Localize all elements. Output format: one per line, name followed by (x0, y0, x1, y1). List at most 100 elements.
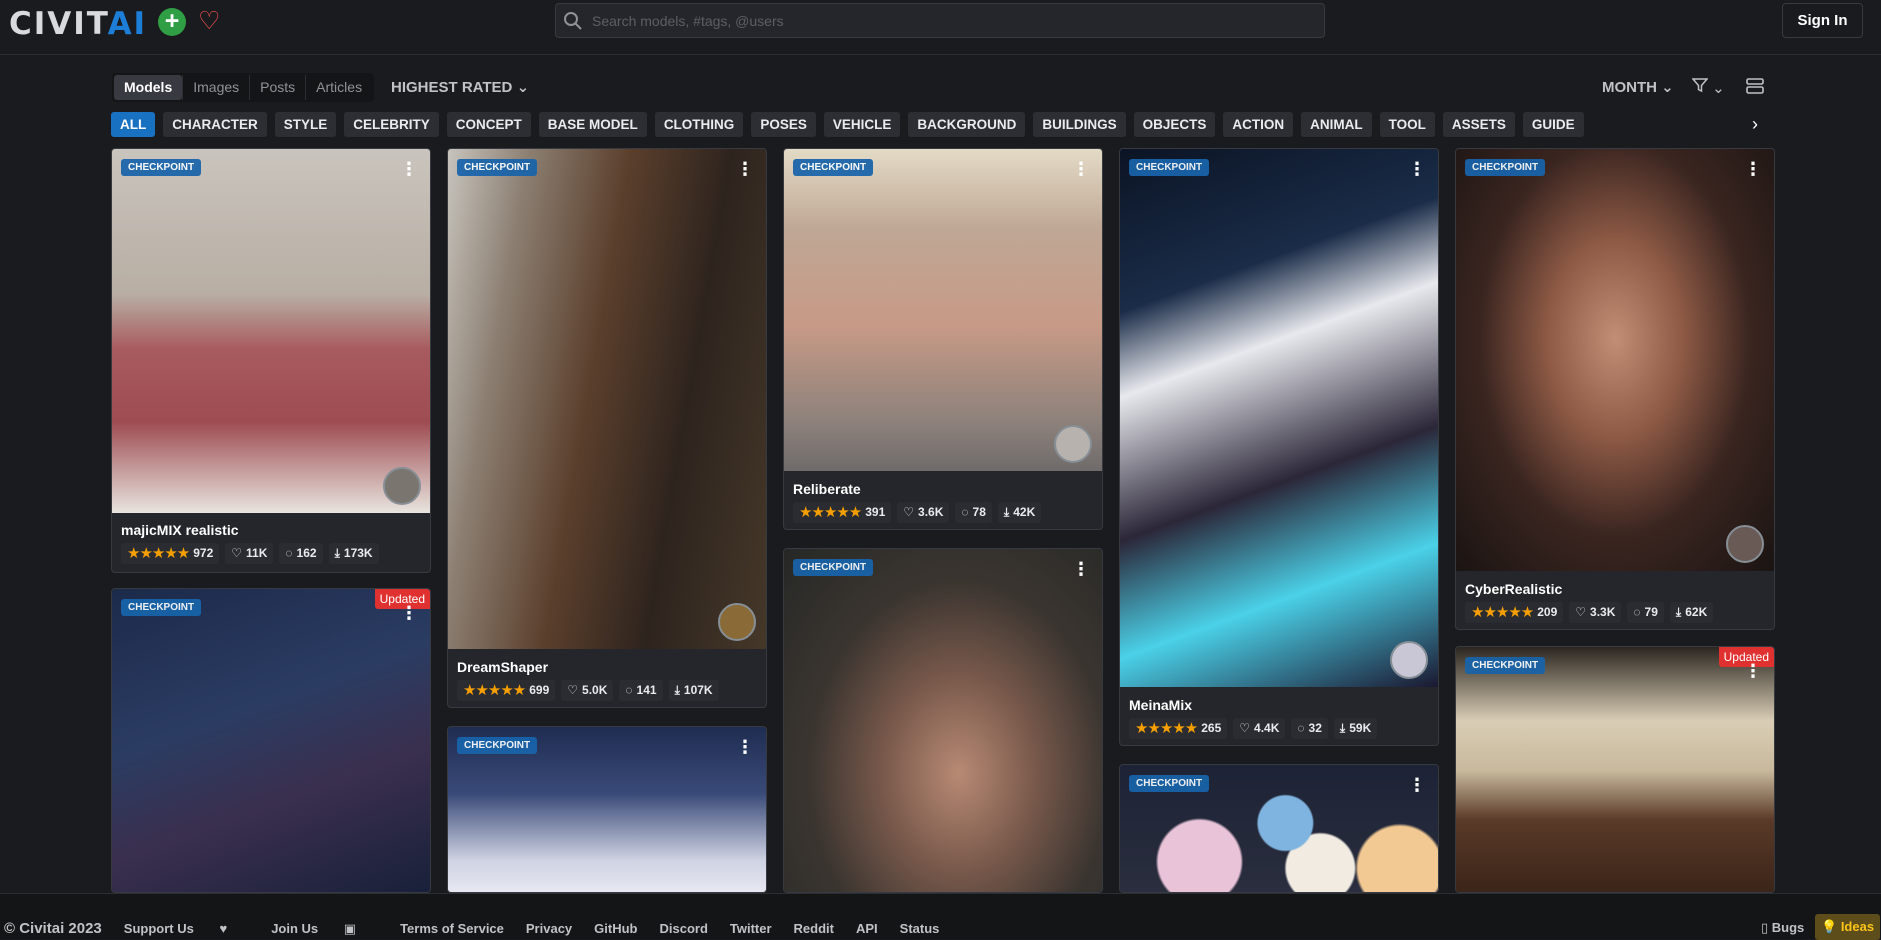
model-card[interactable]: CHECKPOINT ⋮ (783, 548, 1103, 893)
more-options-icon[interactable]: ⋮ (1744, 159, 1762, 179)
category-chip[interactable]: STYLE (274, 112, 337, 137)
avatar[interactable] (383, 467, 421, 505)
rating-pill: ★★★★★ 699 (457, 680, 556, 701)
search-bar[interactable] (555, 3, 1325, 38)
category-chip[interactable]: CONCEPT (446, 112, 531, 137)
more-options-icon[interactable]: ⋮ (1408, 775, 1426, 795)
heart-icon: ♡ (903, 505, 915, 519)
heart-icon[interactable]: ♡ (198, 8, 220, 34)
footer-link-discord[interactable]: Discord (659, 921, 707, 936)
model-title: DreamShaper (457, 659, 549, 675)
avatar[interactable] (1054, 425, 1092, 463)
category-chip[interactable]: CELEBRITY (344, 112, 439, 137)
footer: © Civitai 2023 Support Us ♥ Join Us ▣ Te… (0, 893, 1881, 940)
footer-link-twitter[interactable]: Twitter (730, 921, 772, 936)
footer-link-terms[interactable]: Terms of Service (400, 921, 504, 936)
category-chip-all[interactable]: ALL (111, 112, 156, 137)
footer-link-privacy[interactable]: Privacy (526, 921, 572, 936)
join-us-link[interactable]: Join Us ▣ (271, 921, 378, 937)
footer-link-status[interactable]: Status (900, 921, 940, 936)
bugs-label: Bugs (1771, 920, 1805, 935)
footer-link-reddit[interactable]: Reddit (794, 921, 834, 936)
footer-link-github[interactable]: GitHub (594, 921, 637, 936)
likes-pill: ♡ 11K (225, 543, 274, 564)
model-stats: ★★★★★ 391 ♡ 3.6K ◌ 78 ⤓ 42K (793, 502, 1093, 523)
category-chip[interactable]: CLOTHING (654, 112, 744, 137)
model-card[interactable]: CHECKPOINT Updated ⋮ (1455, 646, 1775, 893)
heart-icon: ♡ (1239, 721, 1251, 735)
model-card[interactable]: CHECKPOINT ⋮ MeinaMix ★★★★★ 265 ♡ 4.4K ◌ 32… (1119, 148, 1439, 746)
support-us-link[interactable]: Support Us ♥ (124, 921, 249, 936)
chevron-right-icon[interactable]: › (1752, 114, 1758, 135)
model-card[interactable]: CHECKPOINT ⋮ DreamShaper ★★★★★ 699 ♡ 5.0K … (447, 148, 767, 708)
comments-pill: ◌ 141 (619, 680, 663, 701)
likes-pill: ♡ 3.3K (1569, 602, 1622, 623)
comment-icon: ◌ (625, 683, 633, 697)
category-chip[interactable]: BUILDINGS (1033, 112, 1126, 137)
card-info: DreamShaper ★★★★★ 699 ♡ 5.0K ◌ 141 ⤓ 107K (448, 659, 766, 701)
likes-count: 3.3K (1590, 605, 1616, 619)
avatar[interactable] (1726, 525, 1764, 563)
model-card[interactable]: CHECKPOINT ⋮ Reliberate ★★★★★ 391 ♡ 3.6K ◌… (783, 148, 1103, 530)
more-options-icon[interactable]: ⋮ (1744, 661, 1762, 681)
support-us-label: Support Us (123, 921, 194, 936)
category-chip[interactable]: VEHICLE (823, 112, 901, 137)
sort-dropdown[interactable]: HIGHEST RATED ⌄ (391, 78, 529, 96)
model-stats: ★★★★★ 265 ♡ 4.4K ◌ 32 ⤓ 59K (1129, 718, 1429, 739)
model-preview-image (448, 149, 766, 649)
logo-text-civit: CIVIT (9, 6, 108, 42)
tab-posts[interactable]: Posts (249, 75, 305, 100)
ideas-button[interactable]: 💡 Ideas (1815, 914, 1881, 940)
category-chip[interactable]: ASSETS (1442, 112, 1515, 137)
tab-models[interactable]: Models (114, 75, 183, 100)
create-plus-icon[interactable]: + (158, 8, 186, 36)
avatar[interactable] (718, 603, 756, 641)
search-input[interactable] (592, 4, 1312, 37)
category-chip[interactable]: BACKGROUND (908, 112, 1026, 137)
ideas-label: Ideas (1840, 919, 1875, 934)
category-chip[interactable]: CHARACTER (163, 112, 267, 137)
model-card[interactable]: CHECKPOINT ⋮ majicMIX realistic ★★★★★ 972… (111, 148, 431, 573)
model-card[interactable]: CHECKPOINT Updated ⋮ (111, 588, 431, 893)
likes-pill: ♡ 3.6K (897, 502, 950, 523)
type-badge: CHECKPOINT (457, 737, 538, 754)
chevron-down-icon: ⌄ (516, 79, 530, 96)
more-options-icon[interactable]: ⋮ (1072, 559, 1090, 579)
category-chip[interactable]: OBJECTS (1133, 112, 1216, 137)
tab-articles[interactable]: Articles (305, 75, 372, 100)
comments-count: 78 (972, 505, 986, 519)
civitai-logo[interactable]: CIVITAI (9, 6, 147, 42)
more-options-icon[interactable]: ⋮ (736, 159, 754, 179)
tab-images[interactable]: Images (182, 75, 249, 100)
avatar[interactable] (1390, 641, 1428, 679)
layout-toggle-icon[interactable] (1745, 76, 1765, 96)
more-options-icon[interactable]: ⋮ (736, 737, 754, 757)
category-chip[interactable]: BASE MODEL (538, 112, 647, 137)
more-options-icon[interactable]: ⋮ (400, 603, 418, 623)
category-chip[interactable]: GUIDE (1522, 112, 1584, 137)
category-chip[interactable]: ANIMAL (1301, 112, 1372, 137)
category-chip[interactable]: POSES (751, 112, 816, 137)
model-card[interactable]: CHECKPOINT ⋮ CyberRealistic ★★★★★ 209 ♡ 3.… (1455, 148, 1775, 630)
comments-pill: ◌ 32 (1291, 718, 1328, 739)
downloads-count: 42K (1013, 505, 1036, 519)
card-info: CyberRealistic ★★★★★ 209 ♡ 3.3K ◌ 79 ⤓ 62K (1456, 581, 1774, 623)
chevron-down-icon: ⌄ (1712, 80, 1725, 97)
model-preview-image (784, 149, 1102, 471)
likes-pill: ♡ 4.4K (1233, 718, 1286, 739)
footer-link-api[interactable]: API (856, 921, 878, 936)
model-card[interactable]: CHECKPOINT ⋮ (447, 726, 767, 893)
download-icon: ⤓ (334, 546, 340, 560)
model-card[interactable]: CHECKPOINT ⋮ (1119, 764, 1439, 893)
filter-button[interactable]: ⌄ (1691, 77, 1725, 97)
period-dropdown[interactable]: MONTH ⌄ (1602, 78, 1674, 96)
comment-icon: ◌ (961, 505, 969, 519)
likes-count: 11K (246, 546, 268, 560)
sign-in-button[interactable]: Sign In (1782, 3, 1863, 38)
category-chip[interactable]: ACTION (1223, 112, 1294, 137)
category-chip[interactable]: TOOL (1379, 112, 1435, 137)
more-options-icon[interactable]: ⋮ (1408, 159, 1426, 179)
more-options-icon[interactable]: ⋮ (1072, 159, 1090, 179)
bugs-button[interactable]: ▯ Bugs (1761, 920, 1804, 936)
more-options-icon[interactable]: ⋮ (400, 159, 418, 179)
